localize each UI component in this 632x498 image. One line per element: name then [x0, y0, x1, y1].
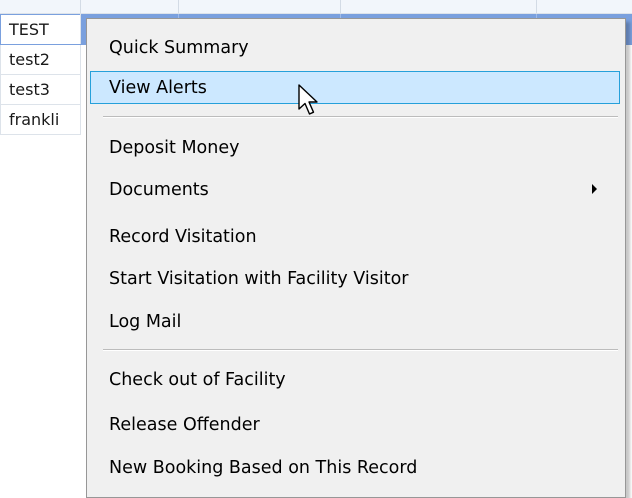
- mouse-pointer-icon: [298, 84, 318, 115]
- table-row[interactable]: TEST: [0, 14, 81, 45]
- chevron-right-icon: [592, 184, 597, 194]
- table-cell-name[interactable]: test3: [0, 74, 81, 105]
- menu-item-documents[interactable]: Documents: [90, 173, 620, 206]
- table-row[interactable]: test2: [0, 44, 81, 75]
- context-menu: Quick Summary View Alerts Deposit Money …: [86, 18, 626, 498]
- menu-item-deposit-money[interactable]: Deposit Money: [90, 131, 620, 164]
- grid-header-strip: [0, 0, 632, 14]
- table-row[interactable]: test3: [0, 74, 81, 105]
- menu-item-record-visitation[interactable]: Record Visitation: [90, 220, 620, 253]
- menu-item-log-mail[interactable]: Log Mail: [90, 305, 620, 338]
- menu-separator: [103, 116, 618, 118]
- menu-item-documents-label: Documents: [109, 179, 209, 200]
- menu-separator: [103, 349, 618, 351]
- records-grid: TEST test2 test3 frankli: [0, 14, 81, 135]
- menu-item-view-alerts[interactable]: View Alerts: [90, 71, 620, 104]
- menu-item-start-visitation[interactable]: Start Visitation with Facility Visitor: [90, 262, 620, 295]
- menu-item-check-out[interactable]: Check out of Facility: [90, 363, 620, 396]
- table-row[interactable]: frankli: [0, 104, 81, 135]
- menu-item-quick-summary[interactable]: Quick Summary: [90, 31, 620, 64]
- table-cell-name[interactable]: test2: [0, 44, 81, 75]
- menu-item-new-booking[interactable]: New Booking Based on This Record: [90, 451, 620, 484]
- menu-item-release-offender[interactable]: Release Offender: [90, 408, 620, 441]
- table-cell-name[interactable]: frankli: [0, 104, 81, 135]
- table-cell-name[interactable]: TEST: [0, 14, 81, 45]
